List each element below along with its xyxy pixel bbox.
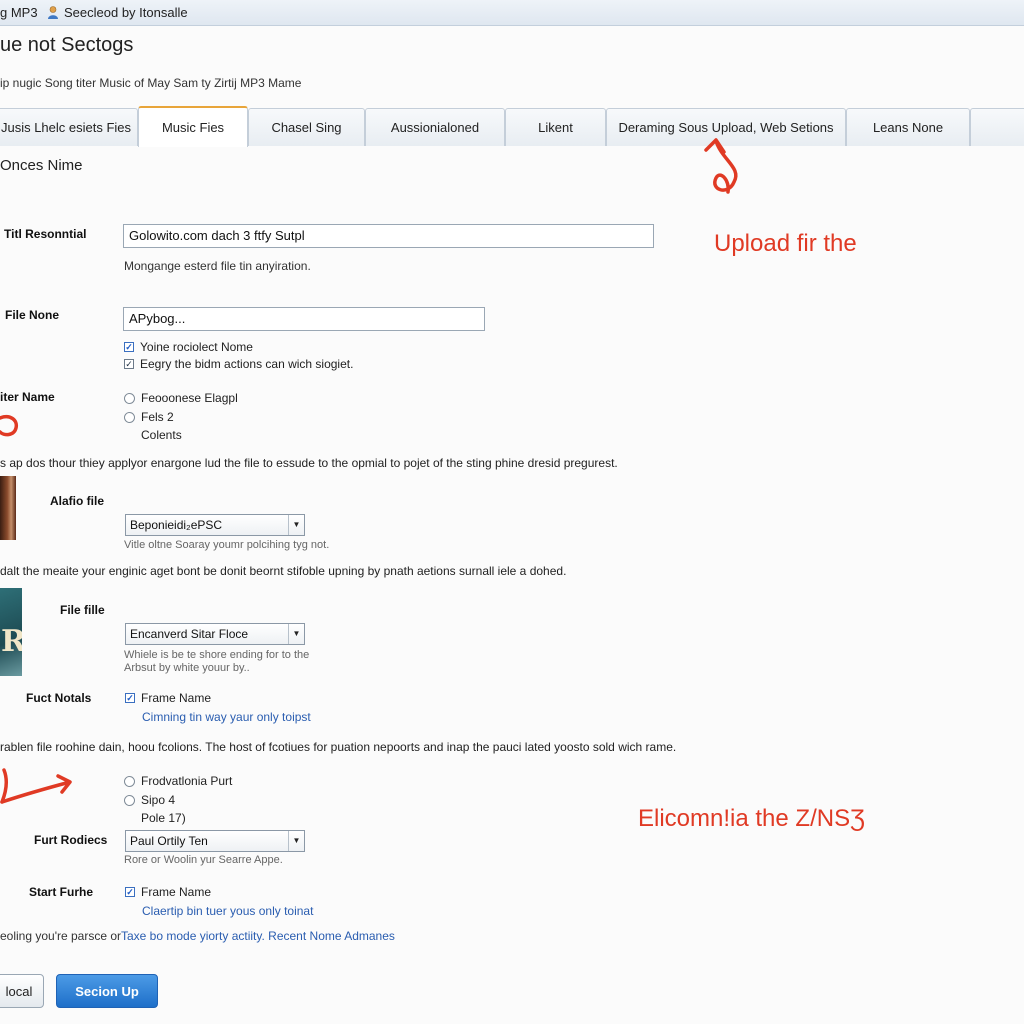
file-none-check-1-label: Yoine rociolect Nome [140, 340, 253, 354]
filter-option-2[interactable]: Fels 2 [124, 410, 174, 424]
radio-icon[interactable] [124, 392, 135, 404]
radio-option-b-label: Sipo 4 [141, 793, 176, 807]
description-2: dalt the meaite your enginic aget bont b… [0, 564, 567, 578]
user-icon [48, 6, 58, 19]
title-bar: g MP3 Seecleod by Itonsalle [0, 0, 1024, 26]
footer-link[interactable]: Taxe bo mode yiorty actiity. Recent Nome… [121, 929, 395, 943]
file-fille-select-value: Encanverd Sitar Floce [130, 627, 249, 641]
radio-option-a-label: Frodvatlonia Purt [141, 774, 233, 788]
settings-page: g MP3 Seecleod by Itonsalle ue not Secto… [0, 0, 1024, 1024]
alafio-file-select[interactable]: Beponieidi₂ePSC ▼ [125, 514, 305, 536]
filter-option-3: Colents [141, 428, 182, 442]
annotation-arrows [0, 138, 738, 804]
page-subtitle: ip nugic Song titer Music of May Sam ty … [0, 76, 302, 90]
start-furhe-link[interactable]: Claertip bin tuer yous only toinat [142, 904, 313, 918]
tab-extra[interactable] [970, 108, 1024, 146]
tab-music-files[interactable]: Music Fies [138, 106, 248, 147]
footer-note: eoling you're parsce or [0, 929, 122, 943]
fuct-notals-check[interactable]: ✓ Frame Name [125, 691, 211, 705]
title-resonantial-label: Titl Resonntial [4, 227, 87, 241]
section-up-button[interactable]: Secion Up [56, 974, 158, 1008]
page-title: ue not Sectogs [0, 34, 134, 56]
fuct-notals-link[interactable]: Cimning tin way yaur only toipst [142, 710, 311, 724]
file-fille-hint-1: Whiele is be te shore ending for to the [124, 649, 310, 661]
file-none-check-2-label: Eegry the bidm actions can wich siogiet. [140, 357, 354, 371]
checkbox-icon[interactable]: ✓ [124, 359, 134, 369]
alafio-file-hint: Vitle oltne Soaray youmr polcihing tyg n… [124, 539, 330, 551]
user-label[interactable]: Seecleod by Itonsalle [64, 0, 188, 25]
fuct-notals-label: Fuct Notals [26, 691, 92, 705]
filter-name-label: iter Name [0, 390, 55, 404]
furt-rodiecs-select-value: Paul Ortily Ten [130, 834, 208, 848]
circle-mark-icon [0, 415, 19, 437]
local-button[interactable]: local [0, 974, 44, 1008]
tab-upload-web-setions[interactable]: Deraming Sous Upload, Web Setions [606, 108, 846, 146]
file-none-field[interactable]: APybog... [123, 307, 485, 331]
radio-icon[interactable] [124, 794, 135, 806]
radio-option-c: Pole 17) [141, 811, 186, 825]
title-resonantial-field[interactable]: Golowito.com dach 3 ftfy Sutpl [123, 224, 654, 248]
title-resonantial-hint: Mongange esterd file tin anyiration. [124, 259, 311, 273]
tab-aussionialoned[interactable]: Aussionialoned [365, 108, 505, 146]
file-none-check-1[interactable]: ✓ Yoine rociolect Nome [124, 340, 253, 354]
description-3: rablen file roohine dain, hoou fcolions.… [0, 740, 677, 754]
annotation-elicomn: Elicomn!ia the Z/NSƷ [638, 805, 865, 832]
chevron-down-icon[interactable]: ▼ [288, 515, 304, 535]
checkbox-icon[interactable]: ✓ [125, 693, 135, 703]
radio-option-a[interactable]: Frodvatlonia Purt [124, 774, 232, 788]
file-fille-select[interactable]: Encanverd Sitar Floce ▼ [125, 623, 305, 645]
window-title: g MP3 [0, 5, 38, 20]
file-none-check-2[interactable]: ✓ Eegry the bidm actions can wich siogie… [124, 357, 353, 371]
start-furhe-check[interactable]: ✓ Frame Name [125, 885, 211, 899]
filter-option-3-label: Colents [141, 428, 182, 442]
file-none-label: File None [5, 308, 60, 322]
file-fille-hint-2: Arbsut by white youur by.. [124, 662, 250, 674]
radio-icon[interactable] [124, 411, 135, 423]
tab-lhelc-files[interactable]: Jusis Lhelc esiets Fies [0, 108, 138, 146]
radio-icon[interactable] [124, 775, 135, 787]
alafio-file-label: Alafio file [50, 494, 105, 508]
fuct-notals-check-label: Frame Name [141, 691, 212, 705]
furt-rodiecs-select[interactable]: Paul Ortily Ten ▼ [125, 830, 305, 852]
tab-leans-none[interactable]: Leans None [846, 108, 970, 146]
start-furhe-label: Start Furhe [29, 885, 94, 899]
tab-chasel-sing[interactable]: Chasel Sing [248, 108, 365, 146]
filter-option-2-label: Fels 2 [141, 410, 174, 424]
chevron-down-icon[interactable]: ▼ [288, 831, 304, 851]
section-title: Onces Nime [0, 157, 83, 174]
furt-rodiecs-hint: Rore or Woolin yur Searre Appe. [124, 854, 283, 866]
cover-art-thumbnail: R [0, 588, 22, 676]
checkbox-icon[interactable]: ✓ [125, 887, 135, 897]
description-1: s ap dos thour thiey applyor enargone lu… [0, 456, 618, 470]
start-furhe-check-label: Frame Name [141, 885, 212, 899]
album-art-thumbnail [0, 476, 16, 540]
tab-bar: Jusis Lhelc esiets Fies Music Fies Chase… [0, 106, 1024, 147]
filter-option-1[interactable]: Feooonese Elagpl [124, 391, 238, 405]
alafio-file-select-value: Beponieidi₂ePSC [130, 518, 223, 532]
checkbox-icon[interactable]: ✓ [124, 342, 134, 352]
filter-option-1-label: Feooonese Elagpl [141, 391, 238, 405]
radio-option-b[interactable]: Sipo 4 [124, 793, 175, 807]
tab-likent[interactable]: Likent [505, 108, 606, 146]
squiggle-arrow-icon [704, 138, 738, 194]
file-fille-label: File fille [60, 603, 105, 617]
arrow-right-icon [0, 774, 72, 804]
radio-option-c-label: Pole 17) [141, 811, 186, 825]
furt-rodiecs-label: Furt Rodiecs [34, 833, 108, 847]
chevron-down-icon[interactable]: ▼ [288, 624, 304, 644]
annotation-upload: Upload fir the [714, 230, 857, 257]
